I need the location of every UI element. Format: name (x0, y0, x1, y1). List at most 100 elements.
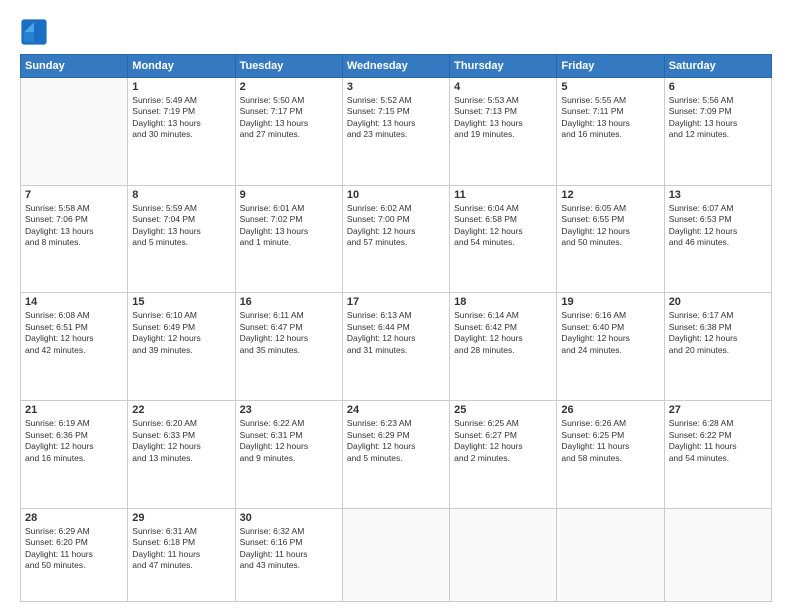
calendar-cell: 24Sunrise: 6:23 AMSunset: 6:29 PMDayligh… (342, 401, 449, 509)
page: SundayMondayTuesdayWednesdayThursdayFrid… (0, 0, 792, 612)
day-info: Sunrise: 5:55 AMSunset: 7:11 PMDaylight:… (561, 95, 659, 141)
calendar-week-1: 1 Sunrise: 5:49 AMSunset: 7:19 PMDaylight… (21, 78, 772, 186)
calendar-cell: 1 Sunrise: 5:49 AMSunset: 7:19 PMDaylight… (128, 78, 235, 186)
day-info: Sunrise: 5:56 AMSunset: 7:09 PMDaylight:… (669, 95, 767, 141)
day-number: 15 (132, 296, 230, 308)
calendar-cell: 30 Sunrise: 6:32 AMSunset: 6:16 PMDayligh… (235, 508, 342, 601)
day-number: 14 (25, 296, 123, 308)
day-number: 21 (25, 404, 123, 416)
day-info: Sunrise: 5:50 AMSunset: 7:17 PMDaylight:… (240, 95, 338, 141)
calendar-header-row: SundayMondayTuesdayWednesdayThursdayFrid… (21, 55, 772, 78)
day-info: Sunrise: 6:17 AMSunset: 6:38 PMDaylight:… (669, 310, 767, 356)
day-number: 13 (669, 189, 767, 201)
calendar-cell: 25 Sunrise: 6:25 AMSunset: 6:27 PMDayligh… (450, 401, 557, 509)
calendar-cell: 2 Sunrise: 5:50 AMSunset: 7:17 PMDaylight… (235, 78, 342, 186)
calendar-week-3: 14 Sunrise: 6:08 AMSunset: 6:51 PMDayligh… (21, 293, 772, 401)
calendar-cell: 8Sunrise: 5:59 AMSunset: 7:04 PMDaylight… (128, 185, 235, 293)
day-number: 7 (25, 189, 123, 201)
calendar-cell: 19 Sunrise: 6:16 AMSunset: 6:40 PMDayligh… (557, 293, 664, 401)
calendar-cell: 17 Sunrise: 6:13 AMSunset: 6:44 PMDayligh… (342, 293, 449, 401)
logo (20, 18, 52, 46)
calendar-cell: 20 Sunrise: 6:17 AMSunset: 6:38 PMDayligh… (664, 293, 771, 401)
day-info: Sunrise: 6:25 AMSunset: 6:27 PMDaylight:… (454, 418, 552, 464)
logo-icon (20, 18, 48, 46)
day-number: 26 (561, 404, 659, 416)
calendar-cell: 9 Sunrise: 6:01 AMSunset: 7:02 PMDaylight… (235, 185, 342, 293)
calendar-cell: 28Sunrise: 6:29 AMSunset: 6:20 PMDayligh… (21, 508, 128, 601)
header (20, 18, 772, 46)
day-info: Sunrise: 6:13 AMSunset: 6:44 PMDaylight:… (347, 310, 445, 356)
day-number: 16 (240, 296, 338, 308)
calendar-cell: 27 Sunrise: 6:28 AMSunset: 6:22 PMDayligh… (664, 401, 771, 509)
day-number: 18 (454, 296, 552, 308)
col-header-tuesday: Tuesday (235, 55, 342, 78)
calendar-cell: 14 Sunrise: 6:08 AMSunset: 6:51 PMDayligh… (21, 293, 128, 401)
calendar-cell: 3 Sunrise: 5:52 AMSunset: 7:15 PMDaylight… (342, 78, 449, 186)
day-info: Sunrise: 5:53 AMSunset: 7:13 PMDaylight:… (454, 95, 552, 141)
calendar-cell: 7Sunrise: 5:58 AMSunset: 7:06 PMDaylight… (21, 185, 128, 293)
calendar-cell: 23Sunrise: 6:22 AMSunset: 6:31 PMDayligh… (235, 401, 342, 509)
day-info: Sunrise: 6:22 AMSunset: 6:31 PMDaylight:… (240, 418, 338, 464)
calendar-cell (450, 508, 557, 601)
day-info: Sunrise: 6:02 AMSunset: 7:00 PMDaylight:… (347, 203, 445, 249)
calendar-cell: 11 Sunrise: 6:04 AMSunset: 6:58 PMDayligh… (450, 185, 557, 293)
calendar-cell: 22 Sunrise: 6:20 AMSunset: 6:33 PMDayligh… (128, 401, 235, 509)
day-number: 25 (454, 404, 552, 416)
day-info: Sunrise: 5:52 AMSunset: 7:15 PMDaylight:… (347, 95, 445, 141)
day-number: 5 (561, 81, 659, 93)
calendar-cell (342, 508, 449, 601)
day-info: Sunrise: 6:04 AMSunset: 6:58 PMDaylight:… (454, 203, 552, 249)
day-info: Sunrise: 6:32 AMSunset: 6:16 PMDaylight:… (240, 526, 338, 572)
calendar-cell: 5 Sunrise: 5:55 AMSunset: 7:11 PMDaylight… (557, 78, 664, 186)
calendar-cell: 4Sunrise: 5:53 AMSunset: 7:13 PMDaylight… (450, 78, 557, 186)
day-info: Sunrise: 6:05 AMSunset: 6:55 PMDaylight:… (561, 203, 659, 249)
day-number: 11 (454, 189, 552, 201)
day-info: Sunrise: 6:28 AMSunset: 6:22 PMDaylight:… (669, 418, 767, 464)
day-info: Sunrise: 6:11 AMSunset: 6:47 PMDaylight:… (240, 310, 338, 356)
day-number: 19 (561, 296, 659, 308)
calendar-cell: 6 Sunrise: 5:56 AMSunset: 7:09 PMDaylight… (664, 78, 771, 186)
day-info: Sunrise: 5:49 AMSunset: 7:19 PMDaylight:… (132, 95, 230, 141)
calendar-cell: 12 Sunrise: 6:05 AMSunset: 6:55 PMDayligh… (557, 185, 664, 293)
calendar-week-2: 7Sunrise: 5:58 AMSunset: 7:06 PMDaylight… (21, 185, 772, 293)
day-info: Sunrise: 6:16 AMSunset: 6:40 PMDaylight:… (561, 310, 659, 356)
day-info: Sunrise: 6:20 AMSunset: 6:33 PMDaylight:… (132, 418, 230, 464)
calendar-cell: 29Sunrise: 6:31 AMSunset: 6:18 PMDayligh… (128, 508, 235, 601)
col-header-saturday: Saturday (664, 55, 771, 78)
col-header-monday: Monday (128, 55, 235, 78)
calendar-cell: 18 Sunrise: 6:14 AMSunset: 6:42 PMDayligh… (450, 293, 557, 401)
col-header-thursday: Thursday (450, 55, 557, 78)
day-number: 29 (132, 512, 230, 524)
calendar-cell: 13Sunrise: 6:07 AMSunset: 6:53 PMDayligh… (664, 185, 771, 293)
day-info: Sunrise: 6:29 AMSunset: 6:20 PMDaylight:… (25, 526, 123, 572)
calendar-cell (557, 508, 664, 601)
day-number: 17 (347, 296, 445, 308)
calendar-week-5: 28Sunrise: 6:29 AMSunset: 6:20 PMDayligh… (21, 508, 772, 601)
day-number: 8 (132, 189, 230, 201)
calendar-week-4: 21 Sunrise: 6:19 AMSunset: 6:36 PMDayligh… (21, 401, 772, 509)
day-number: 22 (132, 404, 230, 416)
day-number: 2 (240, 81, 338, 93)
day-number: 3 (347, 81, 445, 93)
calendar-table: SundayMondayTuesdayWednesdayThursdayFrid… (20, 54, 772, 602)
calendar-cell: 16 Sunrise: 6:11 AMSunset: 6:47 PMDayligh… (235, 293, 342, 401)
day-number: 9 (240, 189, 338, 201)
day-number: 6 (669, 81, 767, 93)
day-info: Sunrise: 6:19 AMSunset: 6:36 PMDaylight:… (25, 418, 123, 464)
day-number: 12 (561, 189, 659, 201)
calendar-cell (664, 508, 771, 601)
day-number: 27 (669, 404, 767, 416)
day-number: 30 (240, 512, 338, 524)
day-info: Sunrise: 6:08 AMSunset: 6:51 PMDaylight:… (25, 310, 123, 356)
day-number: 1 (132, 81, 230, 93)
calendar-cell: 21 Sunrise: 6:19 AMSunset: 6:36 PMDayligh… (21, 401, 128, 509)
day-number: 24 (347, 404, 445, 416)
col-header-sunday: Sunday (21, 55, 128, 78)
calendar-cell: 26Sunrise: 6:26 AMSunset: 6:25 PMDayligh… (557, 401, 664, 509)
calendar-cell: 10Sunrise: 6:02 AMSunset: 7:00 PMDayligh… (342, 185, 449, 293)
day-number: 20 (669, 296, 767, 308)
day-info: Sunrise: 6:14 AMSunset: 6:42 PMDaylight:… (454, 310, 552, 356)
day-info: Sunrise: 6:01 AMSunset: 7:02 PMDaylight:… (240, 203, 338, 249)
col-header-wednesday: Wednesday (342, 55, 449, 78)
calendar-cell: 15Sunrise: 6:10 AMSunset: 6:49 PMDayligh… (128, 293, 235, 401)
